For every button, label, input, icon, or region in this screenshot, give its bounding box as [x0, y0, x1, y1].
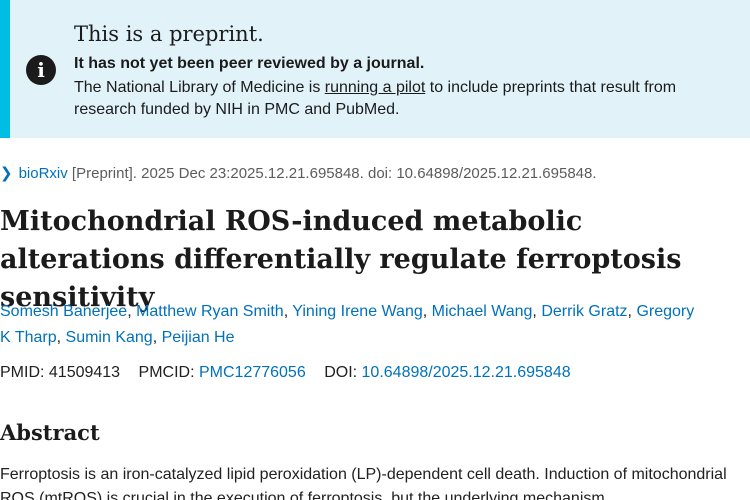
pmcid-label: PMCID:: [138, 364, 199, 381]
citation-details: [Preprint]. 2025 Dec 23:2025.12.21.69584…: [67, 165, 597, 182]
doi-label: DOI:: [324, 364, 362, 381]
author-link[interactable]: Peijian He: [162, 329, 235, 346]
banner-title: This is a preprint.: [74, 22, 264, 46]
author-link[interactable]: Michael Wang: [432, 303, 533, 320]
banner-text: The National Library of Medicine is runn…: [74, 77, 734, 121]
pmcid-link[interactable]: PMC12776056: [199, 364, 306, 381]
preprint-banner: i This is a preprint. It has not yet bee…: [0, 0, 750, 138]
author-link[interactable]: Matthew Ryan Smith: [136, 303, 284, 320]
abstract-text: Ferroptosis is an iron-catalyzed lipid p…: [0, 466, 727, 500]
pmcid: PMCID: PMC12776056: [139, 364, 306, 381]
running-pilot-link[interactable]: running a pilot: [325, 79, 426, 96]
citation-line: ❯ bioRxiv [Preprint]. 2025 Dec 23:2025.12…: [0, 164, 597, 182]
banner-subtitle: It has not yet been peer reviewed by a j…: [74, 55, 425, 72]
article-identifiers: PMID: 41509413 PMCID: PMC12776056 DOI: 1…: [0, 364, 585, 382]
doi-link[interactable]: 10.64898/2025.12.21.695848: [362, 364, 571, 381]
author-link[interactable]: Derrik Gratz: [541, 303, 627, 320]
pmid: PMID: 41509413: [0, 364, 121, 381]
author-list: Somesh Banerjee, Matthew Ryan Smith, Yin…: [0, 303, 695, 346]
chevron-right-icon: ❯: [0, 165, 13, 182]
abstract-heading: Abstract: [0, 420, 100, 445]
author-link[interactable]: Sumin Kang: [66, 329, 153, 346]
author-link[interactable]: Yining Irene Wang: [292, 303, 422, 320]
author-link[interactable]: Somesh Banerjee: [0, 303, 127, 320]
journal-link[interactable]: bioRxiv: [19, 165, 68, 182]
info-icon: i: [26, 55, 56, 85]
banner-text-before: The National Library of Medicine is: [74, 79, 325, 96]
doi: DOI: 10.64898/2025.12.21.695848: [324, 364, 570, 381]
